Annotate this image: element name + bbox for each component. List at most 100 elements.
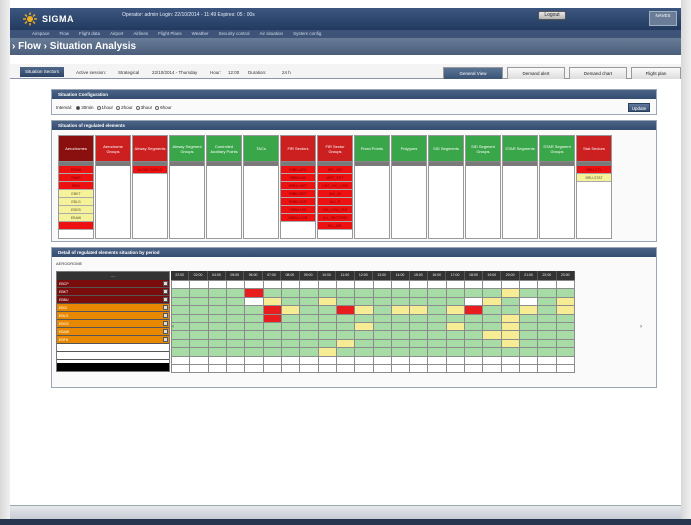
period-cell[interactable] <box>300 322 319 332</box>
period-cell[interactable] <box>483 314 502 323</box>
period-cell[interactable] <box>336 331 356 340</box>
element-row[interactable]: EBCP <box>57 280 169 288</box>
period-cell[interactable] <box>226 348 246 357</box>
regulated-element[interactable]: EBCI <box>59 182 93 190</box>
regulated-element[interactable]: EBOS <box>59 206 93 214</box>
period-cell[interactable] <box>318 314 337 323</box>
period-cell[interactable] <box>538 297 557 307</box>
period-cell[interactable] <box>428 331 447 340</box>
period-cell[interactable] <box>391 331 411 340</box>
period-cell[interactable] <box>208 289 227 298</box>
period-cell[interactable] <box>355 281 374 290</box>
period-cell[interactable] <box>281 314 301 323</box>
period-cell[interactable] <box>208 348 227 357</box>
period-cell[interactable] <box>300 331 319 340</box>
period-cell[interactable] <box>208 281 227 290</box>
period-cell[interactable] <box>373 281 392 290</box>
period-cell[interactable] <box>190 314 209 323</box>
period-cell[interactable] <box>336 322 356 332</box>
regulated-element[interactable]: ALL_SECTORS <box>318 214 352 222</box>
regulated-element[interactable]: ALL_W <box>318 190 352 198</box>
period-cell[interactable] <box>208 297 227 307</box>
period-cell[interactable] <box>483 364 502 374</box>
period-cell[interactable] <box>263 322 282 332</box>
period-cell[interactable] <box>391 348 411 357</box>
period-cell[interactable] <box>410 306 429 315</box>
period-cell[interactable] <box>226 356 246 365</box>
period-cell[interactable] <box>391 314 411 323</box>
period-cell[interactable] <box>245 364 264 374</box>
row-checkbox[interactable] <box>163 329 168 334</box>
period-cell[interactable] <box>520 339 539 349</box>
period-cell[interactable] <box>501 281 521 290</box>
period-cell[interactable] <box>336 348 356 357</box>
period-cell[interactable] <box>281 356 301 365</box>
period-cell[interactable] <box>318 297 337 307</box>
period-cell[interactable] <box>538 339 557 349</box>
period-cell[interactable] <box>465 306 484 315</box>
menu-item[interactable]: Weather <box>192 31 209 36</box>
period-cell[interactable] <box>501 306 521 315</box>
update-button[interactable]: Update <box>628 103 650 112</box>
element-row[interactable]: EBFN <box>57 336 169 344</box>
period-cell[interactable] <box>446 348 466 357</box>
period-cell[interactable] <box>300 364 319 374</box>
period-cell[interactable] <box>483 348 502 357</box>
period-cell[interactable] <box>501 356 521 365</box>
period-cell[interactable] <box>538 289 557 298</box>
element-row[interactable]: EBLG <box>57 312 169 320</box>
period-cell[interactable] <box>538 348 557 357</box>
period-cell[interactable] <box>501 331 521 340</box>
period-cell[interactable] <box>410 314 429 323</box>
period-cell[interactable] <box>501 364 521 374</box>
period-cell[interactable] <box>226 314 246 323</box>
period-cell[interactable] <box>465 297 484 307</box>
column-header[interactable]: Airway Segment Groups <box>170 136 204 162</box>
period-cell[interactable] <box>190 348 209 357</box>
period-cell[interactable] <box>446 297 466 307</box>
period-cell[interactable] <box>263 364 282 374</box>
regulated-element[interactable]: WST_EST <box>318 174 352 182</box>
period-cell[interactable] <box>190 297 209 307</box>
period-cell[interactable] <box>520 281 539 290</box>
period-cell[interactable] <box>391 322 411 332</box>
period-cell[interactable] <box>190 364 209 374</box>
period-cell[interactable] <box>391 306 411 315</box>
period-cell[interactable] <box>190 281 209 290</box>
period-cell[interactable] <box>263 289 282 298</box>
period-cell[interactable] <box>355 339 374 349</box>
period-cell[interactable] <box>300 289 319 298</box>
period-cell[interactable] <box>245 331 264 340</box>
regulated-element[interactable]: EBAP <box>59 174 93 182</box>
interval-radio[interactable] <box>135 105 140 110</box>
period-cell[interactable] <box>556 306 575 315</box>
period-cell[interactable] <box>483 281 502 290</box>
period-cell[interactable] <box>556 281 575 290</box>
period-cell[interactable] <box>300 281 319 290</box>
period-cell[interactable] <box>391 289 411 298</box>
row-checkbox[interactable] <box>163 281 168 286</box>
period-cell[interactable] <box>391 364 411 374</box>
column-header[interactable]: FIR Sectors <box>281 136 315 162</box>
period-cell[interactable] <box>465 322 484 332</box>
period-cell[interactable] <box>556 331 575 340</box>
menu-item[interactable]: Security control <box>219 31 250 36</box>
logout-button[interactable]: Logout <box>538 11 566 20</box>
period-cell[interactable] <box>373 339 392 349</box>
period-cell[interactable] <box>410 322 429 332</box>
period-cell[interactable] <box>190 289 209 298</box>
period-cell[interactable] <box>263 314 282 323</box>
period-cell[interactable] <box>428 322 447 332</box>
scroll-right-icon[interactable]: › <box>640 324 644 330</box>
period-cell[interactable] <box>391 339 411 349</box>
row-checkbox[interactable] <box>163 297 168 302</box>
period-cell[interactable] <box>208 314 227 323</box>
period-cell[interactable] <box>190 306 209 315</box>
period-cell[interactable] <box>226 289 246 298</box>
period-cell[interactable] <box>556 364 575 374</box>
tab-demand-alert[interactable]: Demand alert <box>507 67 565 79</box>
period-cell[interactable] <box>465 331 484 340</box>
period-cell[interactable] <box>391 281 411 290</box>
period-cell[interactable] <box>446 356 466 365</box>
period-cell[interactable] <box>172 356 191 365</box>
